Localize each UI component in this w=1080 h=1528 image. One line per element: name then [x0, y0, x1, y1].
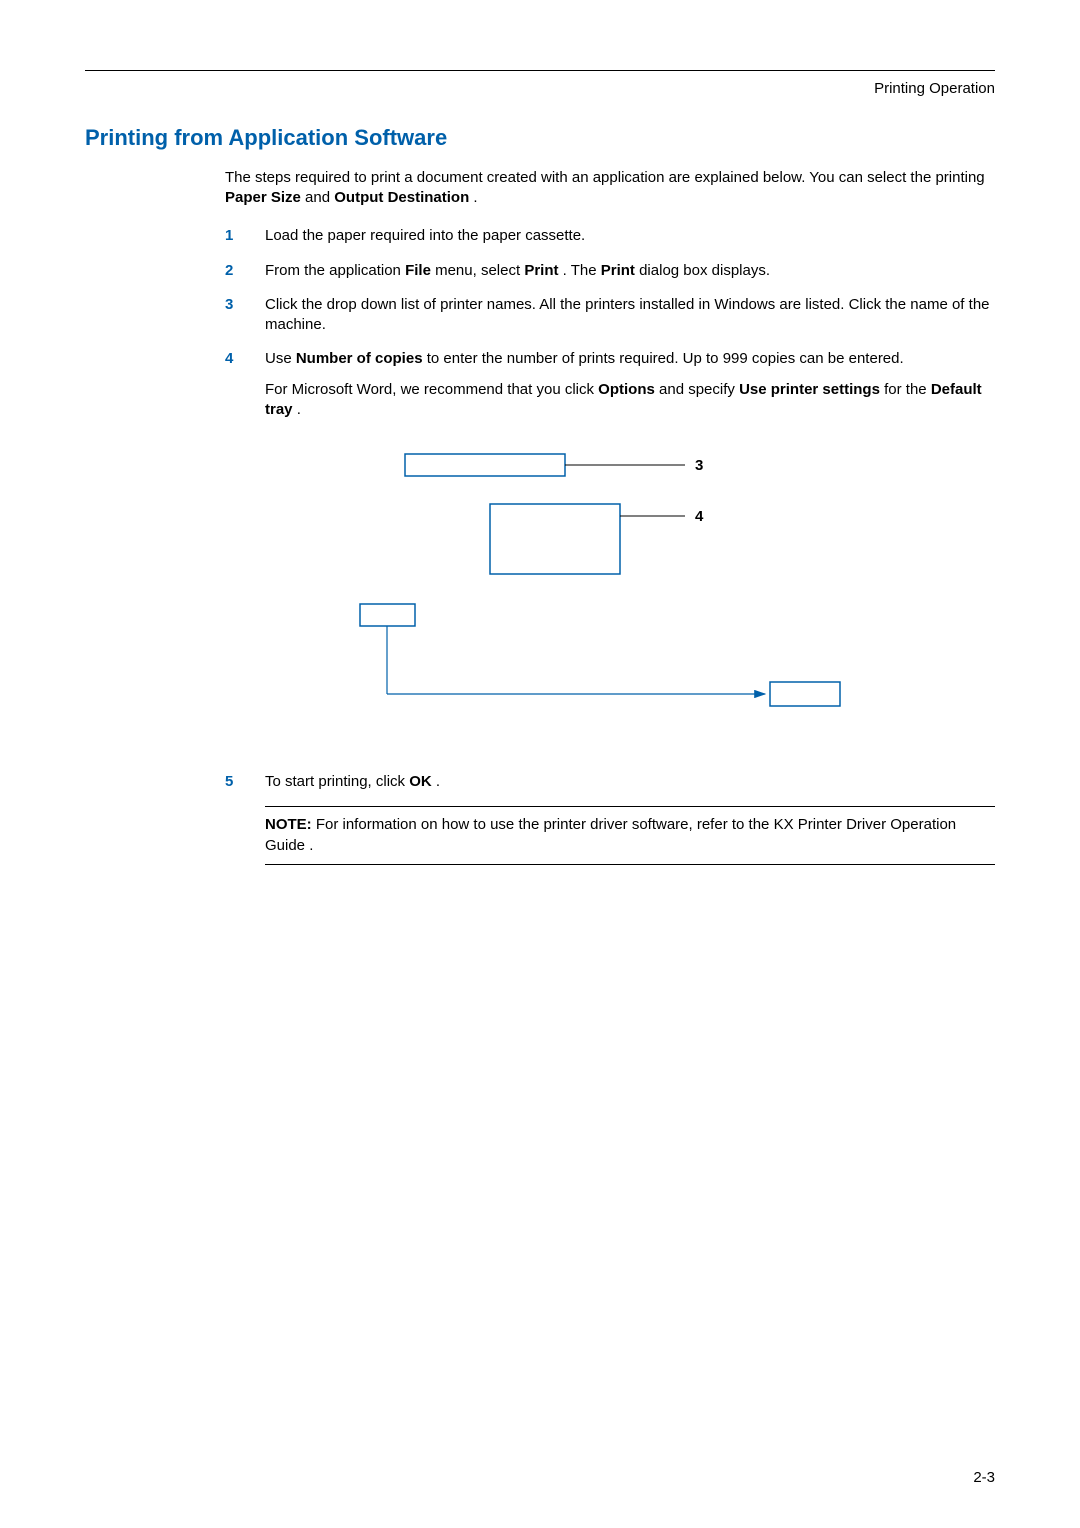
step-5-t2: . — [436, 773, 440, 790]
page-number: 2-3 — [973, 1468, 995, 1488]
step-4b-t2: and specify — [659, 381, 739, 398]
top-rule — [85, 70, 995, 71]
step-5-t0: To start printing, click — [265, 773, 409, 790]
step-4a-b1: Number of copies — [296, 350, 423, 367]
note-text-a: For information on how to use the printe… — [316, 816, 774, 833]
step-4b-t0: For Microsoft Word, we recommend that yo… — [265, 381, 598, 398]
diagram-box-copies — [490, 504, 620, 574]
step-paragraph: For Microsoft Word, we recommend that yo… — [265, 380, 995, 421]
step-paragraph: Click the drop down list of printer name… — [265, 295, 995, 336]
step-item: Click the drop down list of printer name… — [225, 295, 995, 336]
intro-paragraph: The steps required to print a document c… — [225, 168, 995, 209]
intro-text-b: and — [305, 189, 334, 206]
step-paragraph: To start printing, click OK . — [265, 772, 995, 792]
step-paragraph: From the application File menu, select P… — [265, 261, 995, 281]
section-title: Printing from Application Software — [85, 123, 995, 153]
step-4b-b1: Options — [598, 381, 655, 398]
step-list: Load the paper required into the paper c… — [225, 226, 995, 865]
step-item: Use Number of copies to enter the number… — [225, 349, 995, 744]
step-2-t6: dialog box displays. — [639, 262, 770, 279]
note-text-b: . — [309, 837, 313, 854]
step-4b-t4: for the — [884, 381, 931, 398]
intro-text-c: . — [473, 189, 477, 206]
step-2-t0: From the application — [265, 262, 405, 279]
diagram-box-destination — [770, 682, 840, 706]
step-item: Load the paper required into the paper c… — [225, 226, 995, 246]
step-4b-b3: Use printer settings — [739, 381, 880, 398]
step-4a-t2: to enter the number of prints required. … — [427, 350, 904, 367]
diagram: 3 4 — [265, 444, 995, 744]
note-box: NOTE: For information on how to use the … — [265, 806, 995, 865]
step-4b-t6: . — [297, 401, 301, 418]
content-block: The steps required to print a document c… — [225, 168, 995, 865]
callout-label-4: 4 — [695, 508, 704, 525]
intro-bold-b: Output Destination — [334, 189, 469, 206]
step-paragraph: Load the paper required into the paper c… — [265, 226, 995, 246]
step-2-b5: Print — [601, 262, 635, 279]
document-page: Printing Operation Printing from Applica… — [0, 0, 1080, 1528]
diagram-box-options — [360, 604, 415, 626]
step-item: To start printing, click OK . NOTE: For … — [225, 772, 995, 865]
diagram-box-top — [405, 454, 565, 476]
step-2-t2: menu, select — [435, 262, 524, 279]
step-5-b1: OK — [409, 773, 432, 790]
note-lead: NOTE: — [265, 816, 312, 833]
step-item: From the application File menu, select P… — [225, 261, 995, 281]
step-4a-t0: Use — [265, 350, 296, 367]
step-2-b1: File — [405, 262, 431, 279]
step-2-t4: . The — [563, 262, 601, 279]
step-2-b3: Print — [524, 262, 558, 279]
diagram-svg: 3 4 — [265, 444, 885, 744]
running-header: Printing Operation — [85, 79, 995, 99]
callout-label-3: 3 — [695, 457, 703, 474]
step-paragraph: Use Number of copies to enter the number… — [265, 349, 995, 369]
step-1-text: Load the paper required into the paper c… — [265, 227, 585, 244]
intro-text-a: The steps required to print a document c… — [225, 169, 985, 186]
step-3-text: Click the drop down list of printer name… — [265, 296, 990, 333]
intro-bold-a: Paper Size — [225, 189, 301, 206]
